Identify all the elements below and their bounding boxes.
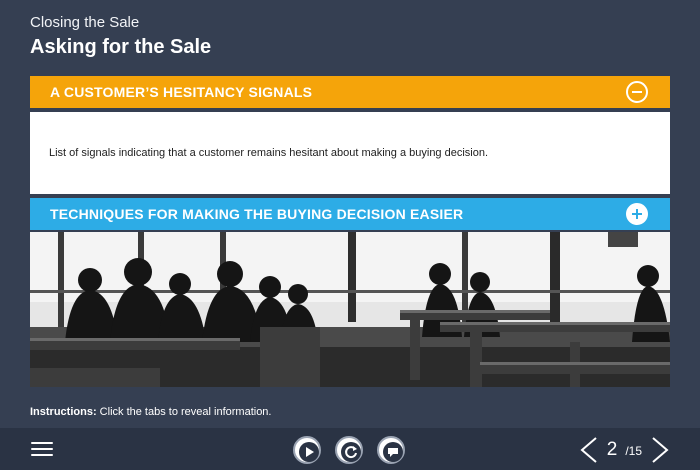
current-page: 2: [606, 439, 618, 460]
instructions-text: Click the tabs to reveal information.: [96, 406, 272, 418]
page-number: 2/15: [599, 439, 642, 461]
minus-circle-icon[interactable]: [626, 81, 648, 103]
next-arrow-icon[interactable]: [650, 436, 670, 464]
tab-hesitancy-signals-text: List of signals indicating that a custom…: [49, 147, 489, 159]
tab-buying-decision-techniques-label: TECHNIQUES FOR MAKING THE BUYING DECISIO…: [50, 206, 464, 222]
plus-circle-icon[interactable]: [626, 203, 648, 225]
office-silhouette-photo: [30, 232, 670, 387]
play-icon[interactable]: [293, 436, 321, 464]
header: Closing the Sale Asking for the Sale: [30, 14, 211, 60]
comment-icon[interactable]: [377, 436, 405, 464]
tab-hesitancy-signals[interactable]: A CUSTOMER’S HESITANCY SIGNALS: [30, 76, 670, 108]
hamburger-menu-icon[interactable]: [31, 442, 53, 460]
replay-icon[interactable]: [335, 436, 363, 464]
previous-arrow-icon[interactable]: [579, 436, 599, 464]
pagination: 2/15: [579, 435, 670, 465]
player-footer: 2/15: [0, 428, 700, 470]
page-title: Asking for the Sale: [30, 36, 212, 58]
total-pages: /15: [625, 444, 642, 458]
tab-hesitancy-signals-content: List of signals indicating that a custom…: [30, 112, 670, 194]
instructions-label: Instructions:: [30, 406, 97, 418]
course-subtitle: Closing the Sale: [30, 14, 140, 31]
accordion: A CUSTOMER’S HESITANCY SIGNALS List of s…: [30, 76, 670, 230]
tab-buying-decision-techniques[interactable]: TECHNIQUES FOR MAKING THE BUYING DECISIO…: [30, 198, 670, 230]
tab-hesitancy-signals-label: A CUSTOMER’S HESITANCY SIGNALS: [50, 84, 313, 100]
instructions: Instructions: Click the tabs to reveal i…: [30, 406, 271, 418]
